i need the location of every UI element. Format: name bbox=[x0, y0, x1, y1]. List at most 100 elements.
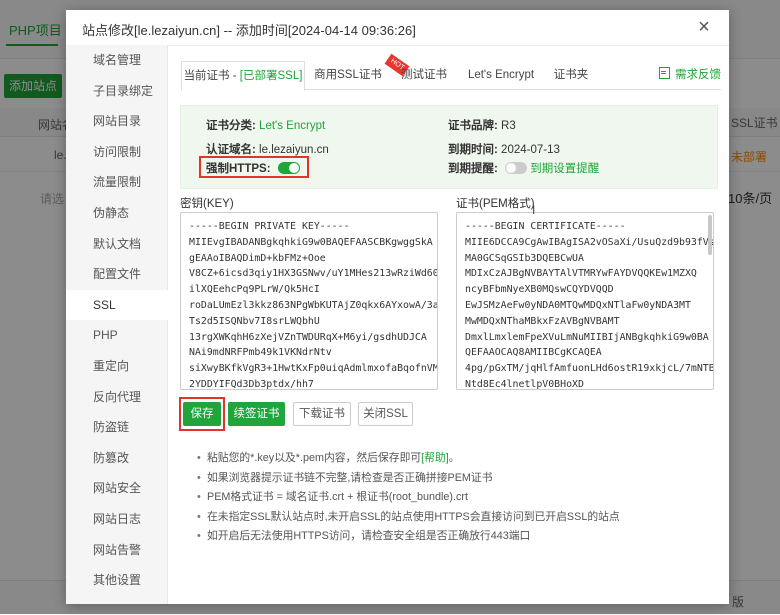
expire-remind-label: 到期提醒: bbox=[448, 163, 498, 175]
text-line: MDIxCzAJBgNVBAYTAlVTMRYwFAYDVQQKEw1MZXQ bbox=[465, 268, 697, 280]
text-line: gEAAoIBAQDimD+kbFMz+Ooe bbox=[189, 252, 326, 264]
sidebar-item-14[interactable]: 防篡改 bbox=[66, 443, 167, 474]
expire-remind-link[interactable]: 到期设置提醒 bbox=[530, 163, 599, 175]
text-line: Ntd8Ec4lnetlpV0BHoXD bbox=[465, 378, 584, 390]
text-line: roDaLUmEzl3kkz863NPgWbKUTAjZ0qkx6AYxowA/… bbox=[189, 299, 438, 311]
tip-text: 粘贴您的*.key以及*.pem内容，然后保存即可 bbox=[207, 452, 422, 464]
tab-letsencrypt[interactable]: Let's Encrypt bbox=[459, 61, 543, 89]
renew-cert-button[interactable]: 续签证书 bbox=[228, 402, 285, 426]
cert-brand-label: 证书品牌: bbox=[448, 120, 498, 132]
text-line: QEFAAOCAQ8AMIIBCgKCAQEA bbox=[465, 347, 602, 359]
dialog-title: 站点修改[le.lezaiyun.cn] -- 添加时间[2024-04-14 … bbox=[82, 23, 416, 38]
cert-brand-value: R3 bbox=[501, 120, 516, 132]
force-https: 强制HTTPS: bbox=[206, 160, 300, 176]
sidebar-item-13[interactable]: 防盗链 bbox=[66, 412, 167, 443]
sidebar-item-7[interactable]: 默认文档 bbox=[66, 229, 167, 260]
sidebar-item-11[interactable]: 重定向 bbox=[66, 351, 167, 382]
expire-remind-toggle[interactable] bbox=[505, 162, 528, 174]
tip-suffix: 。 bbox=[448, 452, 460, 464]
text-line: 13rgXWKqhH6zXejVZnTWDURqX+M6yi/gsdhUDJCA bbox=[189, 331, 427, 343]
sidebar-item-4[interactable]: 访问限制 bbox=[66, 137, 167, 168]
dialog-header: 站点修改[le.lezaiyun.cn] -- 添加时间[2024-04-14 … bbox=[66, 10, 729, 46]
ssl-tips-list: 粘贴您的*.key以及*.pem内容，然后保存即可[帮助]。如果浏览器提示证书链… bbox=[197, 449, 717, 547]
feedback-icon bbox=[659, 67, 670, 79]
cert-category: 证书分类: Let's Encrypt bbox=[206, 117, 325, 133]
text-line: siXwyBKfkVgR3+1HwtKxFp0uiqAdmlmxofaBqofn… bbox=[189, 363, 438, 375]
sidebar-item-9[interactable]: SSL bbox=[66, 289, 168, 321]
cert-expire-label: 到期时间: bbox=[448, 144, 498, 156]
sidebar-item-10[interactable]: PHP bbox=[66, 320, 167, 351]
tip-item: 粘贴您的*.key以及*.pem内容，然后保存即可[帮助]。 bbox=[197, 449, 717, 469]
text-line: -----BEGIN PRIVATE KEY----- bbox=[189, 221, 350, 232]
tip-text: 在未指定SSL默认站点时,未开启SSL的站点使用HTTPS会直接访问到已开启SS… bbox=[207, 510, 620, 523]
ssl-panel: 当前证书 - [已部署SSL] 商用SSL证书 HOT 测试证书 Let's E… bbox=[167, 45, 729, 604]
certificate-scrollbar[interactable] bbox=[708, 215, 712, 255]
text-line: EwJSMzAeFw0yNDA0MTQwMDQxNTlaFw0yNDA3MT bbox=[465, 299, 691, 311]
tab-cert-folder[interactable]: 证书夹 bbox=[546, 61, 596, 89]
cert-category-label: 证书分类: bbox=[206, 120, 256, 132]
force-https-label: 强制HTTPS: bbox=[206, 163, 271, 175]
sidebar-item-3[interactable]: 网站目录 bbox=[66, 106, 167, 137]
tab-current-status: [已部署SSL] bbox=[239, 70, 303, 82]
text-line: Ts2d5ISQNbv7I8srLWQbhU bbox=[189, 315, 320, 327]
text-line: 4pg/pGxTM/jqHlfAmfuonLHd6ostR19xkjcL/7mN… bbox=[465, 363, 714, 375]
cert-brand: 证书品牌: R3 bbox=[448, 117, 516, 133]
close-ssl-button[interactable]: 关闭SSL bbox=[358, 402, 413, 426]
site-edit-dialog: 站点修改[le.lezaiyun.cn] -- 添加时间[2024-04-14 … bbox=[66, 10, 729, 604]
text-line: 2YDDYIFQd3Db3ptdx/hh7 bbox=[189, 378, 314, 390]
text-line: -----BEGIN CERTIFICATE----- bbox=[465, 221, 626, 232]
sidebar-item-18[interactable]: 其他设置 bbox=[66, 565, 167, 596]
text-line: ilXQEehcPq9PLrW/Qk5HcI bbox=[189, 284, 320, 296]
save-button[interactable]: 保存 bbox=[183, 402, 221, 426]
cert-expire-value: 2024-07-13 bbox=[501, 144, 560, 156]
text-line: MwMDQxNThaMBkxFzAVBgNVBAMT bbox=[465, 315, 620, 327]
tip-item: 在未指定SSL默认站点时,未开启SSL的站点使用HTTPS会直接访问到已开启SS… bbox=[197, 508, 717, 528]
private-key-textarea[interactable]: -----BEGIN PRIVATE KEY----- MIIEvgIBADANB… bbox=[180, 212, 438, 390]
sidebar-item-16[interactable]: 网站日志 bbox=[66, 504, 167, 535]
sidebar-item-12[interactable]: 反向代理 bbox=[66, 382, 167, 413]
settings-sidebar: 域名管理 子目录绑定 网站目录 访问限制 流量限制 伪静态 默认文档 配置文件 SSL PHP 重定… bbox=[66, 45, 168, 604]
text-line: V8CZ+6icsd3qiy1HX3GSNwv/uY1MHes213wRziWd… bbox=[189, 268, 438, 280]
text-line: DmxlLmxlemFpeXVuLmNuMIIBIjANBgkqhkiG9w0B… bbox=[465, 331, 709, 343]
tip-text: PEM格式证书 = 域名证书.crt + 根证书(root_bundle).cr… bbox=[207, 491, 468, 503]
sidebar-item-1[interactable]: 域名管理 bbox=[66, 45, 167, 76]
sidebar-item-8[interactable]: 配置文件 bbox=[66, 259, 167, 290]
close-icon[interactable]: × bbox=[693, 16, 715, 38]
text-line: MIIEvgIBADANBgkqhkiG9w0BAQEFAASCBKgwggSk… bbox=[189, 236, 433, 248]
cert-domain-value: le.lezaiyun.cn bbox=[259, 144, 329, 156]
cert-expire: 到期时间: 2024-07-13 bbox=[448, 141, 560, 157]
tip-text: 如果浏览器提示证书链不完整,请检查是否正确拼接PEM证书 bbox=[207, 471, 493, 484]
tab-current-cert[interactable]: 当前证书 - [已部署SSL] bbox=[181, 61, 305, 91]
sidebar-item-2[interactable]: 子目录绑定 bbox=[66, 76, 167, 107]
text-cursor-icon: I bbox=[532, 203, 536, 217]
text-line: NAi9mdNRFPmb49k1VKNdrNtv bbox=[189, 347, 332, 359]
expire-remind: 到期提醒: 到期设置提醒 bbox=[448, 160, 599, 176]
ssl-tabs: 当前证书 - [已部署SSL] 商用SSL证书 HOT 测试证书 Let's E… bbox=[181, 53, 721, 91]
feedback-label: 需求反馈 bbox=[675, 69, 721, 81]
certificate-textarea[interactable]: -----BEGIN CERTIFICATE----- MIIE6DCCA9CgA… bbox=[456, 212, 714, 390]
cert-domain: 认证域名: le.lezaiyun.cn bbox=[206, 141, 329, 157]
tip-text: 如开启后无法使用HTTPS访问，请检查安全组是否正确放行443端口 bbox=[207, 530, 531, 542]
sidebar-item-15[interactable]: 网站安全 bbox=[66, 473, 167, 504]
tip-item: 如开启后无法使用HTTPS访问，请检查安全组是否正确放行443端口 bbox=[197, 527, 717, 547]
sidebar-item-5[interactable]: 流量限制 bbox=[66, 167, 167, 198]
pem-field-label: 证书(PEM格式) bbox=[456, 198, 535, 210]
tip-item: PEM格式证书 = 域名证书.crt + 根证书(root_bundle).cr… bbox=[197, 488, 717, 508]
sidebar-item-6[interactable]: 伪静态 bbox=[66, 198, 167, 229]
sidebar-item-17[interactable]: 网站告警 bbox=[66, 535, 167, 566]
cert-domain-label: 认证域名: bbox=[206, 144, 256, 156]
tip-item: 如果浏览器提示证书链不完整,请检查是否正确拼接PEM证书 bbox=[197, 469, 717, 489]
cert-info-panel: 证书分类: Let's Encrypt 认证域名: le.lezaiyun.cn… bbox=[180, 105, 718, 189]
feedback-link[interactable]: 需求反馈 bbox=[659, 61, 721, 89]
force-https-toggle[interactable] bbox=[277, 162, 300, 174]
tab-test-cert[interactable]: 测试证书 bbox=[393, 61, 455, 89]
key-field-label: 密钥(KEY) bbox=[180, 198, 234, 210]
text-line: MA0GCSqGSIb3DQEBCwUA bbox=[465, 252, 584, 264]
text-line: ncyBFbmNyeXB0MQswCQYDVQQD bbox=[465, 284, 614, 296]
cert-category-value: Let's Encrypt bbox=[259, 120, 326, 132]
download-cert-button[interactable]: 下载证书 bbox=[293, 402, 351, 426]
tab-commercial-ssl[interactable]: 商用SSL证书 bbox=[307, 61, 389, 89]
tab-current-label: 当前证书 - bbox=[183, 70, 240, 82]
help-link[interactable]: [帮助] bbox=[421, 452, 449, 464]
text-line: MIIE6DCCA9CgAwIBAgISA2vOSaXi/UsuQzd9b93f… bbox=[465, 236, 714, 248]
